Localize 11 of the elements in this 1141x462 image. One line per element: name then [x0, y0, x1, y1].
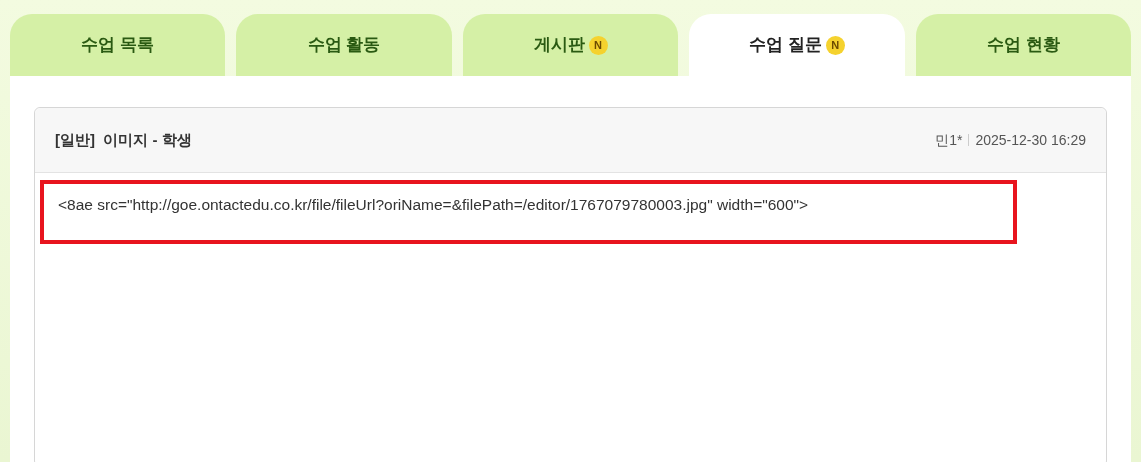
tab[interactable]: 수업 현황 — [915, 14, 1132, 76]
tab[interactable]: 게시판 N — [462, 14, 679, 76]
post-body: <8ae src="http://goe.ontactedu.co.kr/file/fileUrl?oriName=&filePath=/editor/1767079780003.jpg" width="600"> — [58, 196, 809, 213]
new-badge: N — [588, 35, 608, 55]
new-badge: N — [825, 35, 845, 55]
post-author: 민1* — [935, 130, 963, 150]
tab[interactable]: 수업 활동 — [236, 14, 452, 76]
post-title: [일반] 이미지 - 학생 — [55, 129, 192, 150]
tab[interactable]: 수업 질문 N — [689, 14, 905, 76]
post-date: 2025-12-30 16:29 — [975, 130, 1086, 150]
tab[interactable]: 수업 목록 — [10, 14, 226, 76]
